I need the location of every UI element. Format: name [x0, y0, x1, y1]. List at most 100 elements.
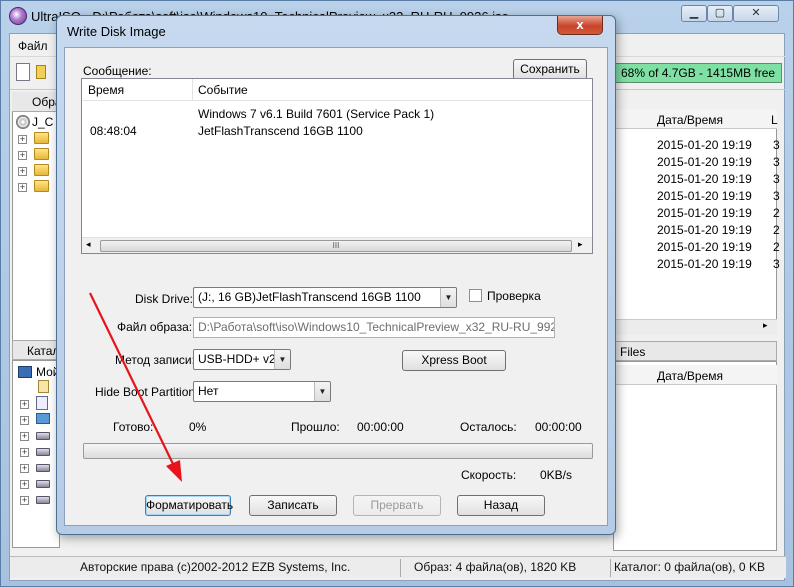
attr-cell: 3 [773, 172, 780, 186]
date-cell: 2015-01-20 19:19 [657, 155, 752, 169]
xpress-boot-button[interactable]: Xpress Boot [402, 350, 506, 371]
attr-cell: 3 [773, 155, 780, 169]
log-time-header[interactable]: Время [88, 83, 124, 97]
tree-expand-icon[interactable]: + [20, 400, 29, 409]
hide-boot-partition-select[interactable]: Нет ▼ [193, 381, 331, 402]
usb-drive-icon [36, 496, 50, 504]
cd-drive-icon [36, 464, 50, 472]
done-label: Готово: [113, 420, 154, 434]
minimize-button[interactable]: ▁ [681, 5, 707, 22]
tree-expand-icon[interactable]: + [18, 151, 27, 160]
folder-icon [34, 164, 49, 176]
elapsed-value: 00:00:00 [357, 420, 404, 434]
status-separator [400, 559, 401, 577]
done-value: 0% [189, 420, 207, 434]
folder-icon [34, 180, 49, 192]
maximize-button[interactable]: ▢ [707, 5, 733, 22]
attr-cell: 3 [773, 257, 780, 271]
log-horizontal-scrollbar[interactable]: ◂ III ▸ [82, 237, 592, 253]
remaining-label: Осталось: [460, 420, 517, 434]
attr-cell: 2 [773, 240, 780, 254]
tree-expand-icon[interactable]: + [20, 416, 29, 425]
drive-icon [36, 432, 50, 440]
tree-expand-icon[interactable]: + [18, 135, 27, 144]
save-log-button[interactable]: Сохранить [513, 59, 587, 80]
files-tab-label: Files [620, 345, 646, 359]
write-button[interactable]: Записать [249, 495, 337, 516]
image-file-value: D:\Работа\soft\iso\Windows10_TechnicalPr… [198, 320, 555, 334]
tree-expand-icon[interactable]: + [20, 432, 29, 441]
format-button[interactable]: Форматировать [145, 495, 233, 516]
chevron-down-icon: ▼ [274, 350, 290, 369]
write-method-label: Метод записи: [115, 353, 195, 367]
write-progress-bar [83, 443, 593, 459]
app-icon [9, 7, 27, 25]
disk-drive-label: Disk Drive: [135, 292, 194, 306]
document-icon [36, 396, 48, 410]
computer-icon [18, 366, 32, 378]
attr-cell: 2 [773, 206, 780, 220]
menu-file[interactable]: Файл [18, 39, 48, 53]
catalog-tab[interactable]: Катал [12, 340, 60, 360]
log-scroll-thumb[interactable]: III [100, 240, 572, 252]
date-cell: 2015-01-20 19:19 [657, 189, 752, 203]
tree-expand-icon[interactable]: + [20, 480, 29, 489]
date-column-header[interactable]: Дата/Время [657, 113, 723, 127]
date-cell: 2015-01-20 19:19 [657, 138, 752, 152]
chevron-down-icon: ▼ [314, 382, 330, 401]
speed-label: Скорость: [461, 468, 517, 482]
cd-drive-icon [36, 480, 50, 488]
scroll-right-arrow-icon[interactable]: ▸ [763, 320, 768, 331]
local-date-column-header[interactable]: Дата/Время [657, 369, 723, 383]
key-folder-icon [38, 380, 49, 393]
tree-expand-icon[interactable]: + [18, 167, 27, 176]
date-cell: 2015-01-20 19:19 [657, 206, 752, 220]
capacity-bar: 68% of 4.7GB - 1415MB free [600, 63, 782, 83]
date-cell: 2015-01-20 19:19 [657, 240, 752, 254]
folder-icon [34, 132, 49, 144]
log-event-header[interactable]: Событие [198, 83, 248, 97]
status-image-info: Образ: 4 файла(ов), 1820 KB [414, 560, 577, 574]
attr-cell: 3 [773, 138, 780, 152]
attr-cell: 2 [773, 223, 780, 237]
status-bar: Авторские права (c)2002-2012 EZB Systems… [10, 556, 786, 578]
open-folder-icon[interactable] [36, 65, 46, 79]
back-button[interactable]: Назад [457, 495, 545, 516]
tree-expand-icon[interactable]: + [18, 183, 27, 192]
message-log[interactable]: Время Событие Windows 7 v6.1 Build 7601 … [81, 78, 593, 254]
date-cell: 2015-01-20 19:19 [657, 223, 752, 237]
scroll-left-arrow-icon[interactable]: ◂ [86, 239, 91, 250]
elapsed-label: Прошло: [291, 420, 340, 434]
new-file-icon[interactable] [16, 63, 30, 81]
local-file-list-panel[interactable] [613, 361, 777, 551]
log-column-separator [192, 79, 193, 101]
write-method-select[interactable]: USB-HDD+ v2 ▼ [193, 349, 291, 370]
log-header: Время Событие [82, 79, 592, 101]
file-list-scrollbar[interactable]: ▸ [613, 319, 777, 335]
file-list-header: Дата/Время L [613, 109, 778, 129]
image-file-field[interactable]: D:\Работа\soft\iso\Windows10_TechnicalPr… [193, 317, 555, 338]
write-disk-image-dialog: Write Disk Image x Сообщение: Сохранить … [56, 15, 616, 535]
status-copyright: Авторские права (c)2002-2012 EZB Systems… [80, 560, 351, 574]
folder-icon [34, 148, 49, 160]
tree-expand-icon[interactable]: + [20, 464, 29, 473]
hide-boot-partition-value: Нет [198, 384, 219, 398]
dialog-close-button[interactable]: x [557, 16, 603, 35]
tree-expand-icon[interactable]: + [20, 448, 29, 457]
attr-column-header[interactable]: L [771, 113, 778, 127]
files-tab[interactable]: Files [613, 341, 777, 361]
tree-expand-icon[interactable]: + [20, 496, 29, 505]
log-row-event: Windows 7 v6.1 Build 7601 (Service Pack … [198, 107, 435, 121]
scroll-right-arrow-icon[interactable]: ▸ [578, 239, 583, 250]
log-row-time: 08:48:04 [90, 124, 137, 138]
message-label: Сообщение: [83, 64, 152, 78]
chevron-down-icon: ▼ [440, 288, 456, 307]
abort-button[interactable]: Прервать [353, 495, 441, 516]
date-cell: 2015-01-20 19:19 [657, 257, 752, 271]
cd-icon [16, 115, 30, 129]
attr-cell: 3 [773, 189, 780, 203]
disk-drive-select[interactable]: (J:, 16 GB)JetFlashTranscend 16GB 1100 ▼ [193, 287, 457, 308]
verify-checkbox[interactable] [469, 289, 482, 302]
main-close-button[interactable]: ✕ [733, 5, 779, 22]
tree-root-label[interactable]: J_C [32, 115, 53, 129]
